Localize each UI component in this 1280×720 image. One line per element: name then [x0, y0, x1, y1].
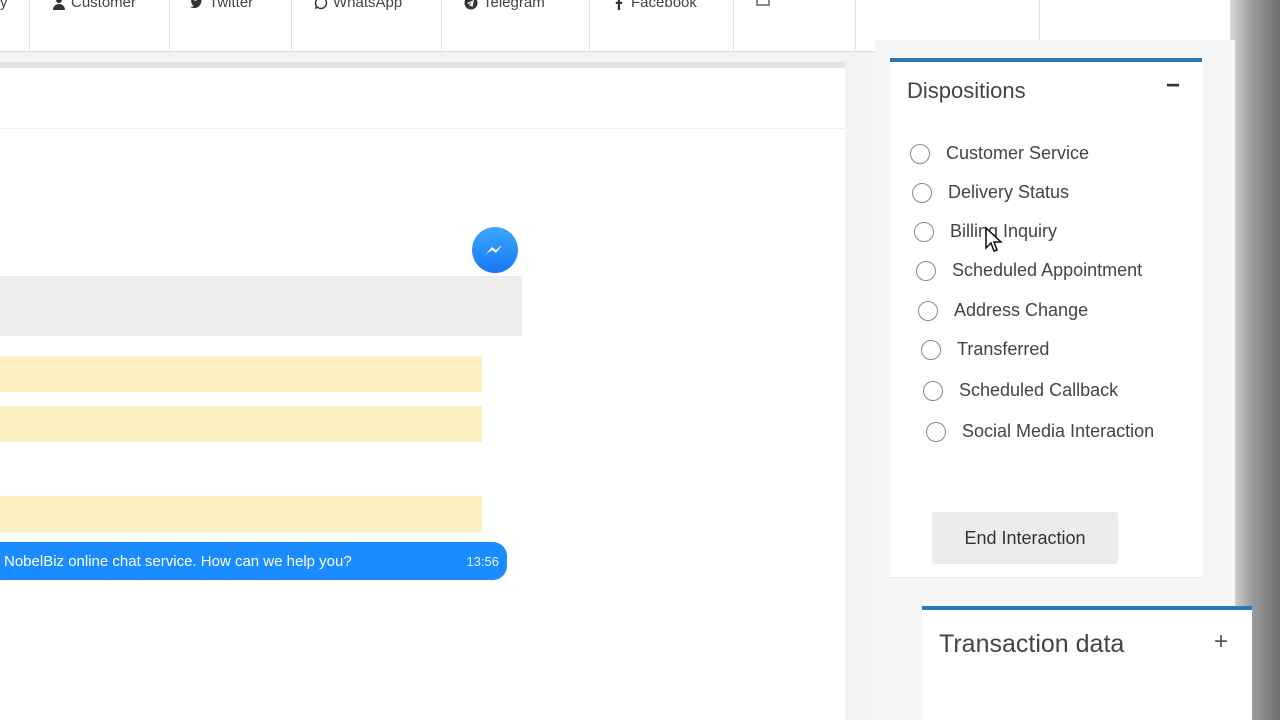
chat-bubble: NobelBiz online chat service. How can we… [0, 542, 507, 580]
user-icon [53, 0, 65, 10]
disposition-option[interactable]: Transferred [921, 339, 1049, 360]
messenger-bolt-icon [486, 245, 502, 254]
whatsapp-icon [314, 0, 328, 9]
tab-customer[interactable]: Customer [30, 0, 170, 50]
radio-button[interactable] [912, 182, 932, 203]
expand-icon[interactable]: + [1214, 628, 1228, 656]
disposition-option[interactable]: Social Media Interaction [926, 421, 1154, 442]
tab-icon [756, 0, 770, 6]
radio-button[interactable] [921, 339, 941, 360]
divider [0, 128, 845, 129]
tab-whatsapp[interactable]: WhatsApp [292, 0, 442, 50]
radio-button[interactable] [914, 221, 934, 242]
disposition-label: Address Change [954, 300, 1089, 320]
highlighted-message [0, 496, 482, 532]
disposition-option[interactable]: Address Change [918, 300, 1088, 321]
tab-facebook[interactable]: Facebook [590, 0, 734, 50]
radio-button[interactable] [926, 421, 946, 442]
tab-label: Facebook [631, 0, 697, 11]
disposition-option[interactable]: Delivery Status [912, 182, 1069, 203]
dispositions-panel: Dispositions − Customer Service Delivery… [890, 58, 1202, 578]
tab-label: Twitter [209, 0, 254, 11]
tab-partial[interactable]: y [0, 0, 30, 50]
radio-button[interactable] [910, 143, 930, 164]
tab-extra[interactable] [734, 0, 856, 50]
tab-twitter[interactable]: Twitter [170, 0, 292, 50]
chat-message-text: NobelBiz online chat service. How can we… [4, 552, 352, 570]
twitter-icon [190, 0, 202, 8]
highlighted-message [0, 356, 482, 392]
tab-label: Customer [71, 0, 137, 11]
radio-button[interactable] [918, 300, 938, 321]
disposition-option[interactable]: Scheduled Callback [923, 380, 1118, 401]
tab-label: WhatsApp [333, 0, 403, 11]
end-interaction-button[interactable]: End Interaction [932, 512, 1118, 564]
tab-label: Telegram [483, 0, 545, 11]
facebook-icon [615, 0, 623, 10]
disposition-label: Customer Service [946, 143, 1090, 163]
transaction-data-panel: Transaction data + [922, 606, 1252, 720]
chat-message-time: 13:56 [466, 554, 499, 569]
tab-telegram[interactable]: Telegram [442, 0, 590, 50]
messenger-icon [472, 227, 518, 273]
highlighted-message [0, 406, 482, 442]
mouse-cursor-icon [985, 226, 1003, 252]
dispositions-title: Dispositions [907, 78, 1026, 103]
tab-label: y [0, 0, 8, 11]
chat-message-placeholder [0, 276, 522, 336]
collapse-icon[interactable]: − [1166, 72, 1180, 100]
disposition-label: Delivery Status [948, 182, 1070, 202]
chat-panel: NobelBiz online chat service. How can we… [0, 62, 845, 720]
radio-button[interactable] [923, 380, 943, 401]
disposition-option[interactable]: Customer Service [910, 143, 1089, 164]
radio-button[interactable] [916, 260, 936, 281]
disposition-label: Social Media Interaction [962, 421, 1155, 441]
transaction-data-title: Transaction data [939, 630, 1125, 658]
telegram-icon [464, 0, 478, 9]
disposition-label: Scheduled Appointment [952, 260, 1143, 280]
disposition-label: Scheduled Callback [959, 380, 1119, 400]
disposition-label: Transferred [957, 339, 1050, 359]
disposition-option[interactable]: Scheduled Appointment [916, 260, 1142, 281]
